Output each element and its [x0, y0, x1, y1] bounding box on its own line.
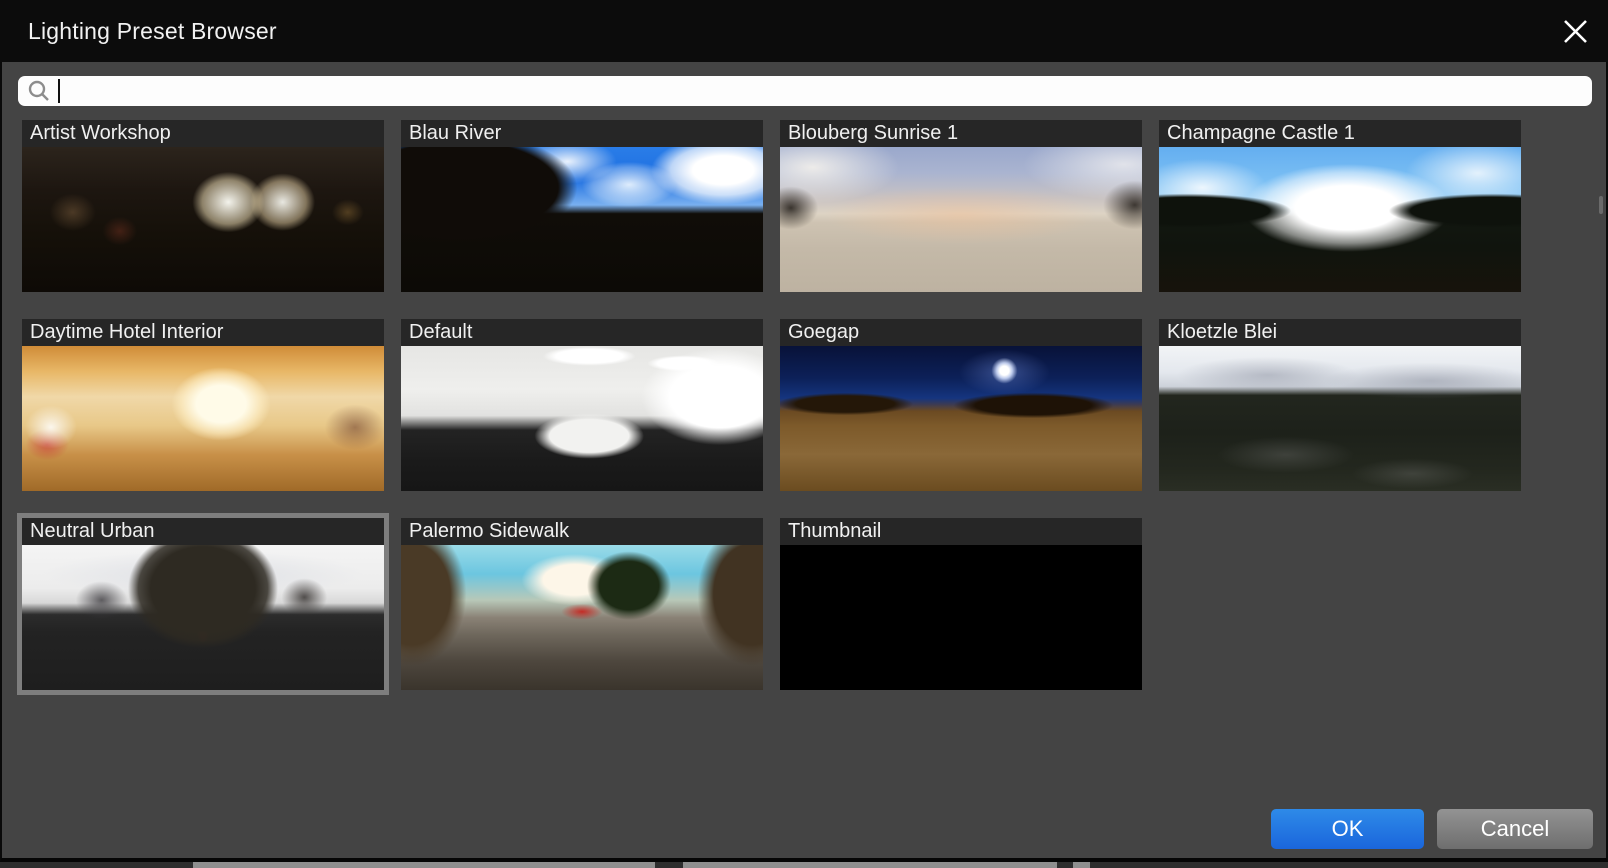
- preset-tile-neutral-urban[interactable]: Neutral Urban: [22, 518, 384, 690]
- dialog-title: Lighting Preset Browser: [28, 17, 277, 44]
- preset-tile-palermo-sidewalk[interactable]: Palermo Sidewalk: [401, 518, 763, 690]
- preset-tile-artist-workshop[interactable]: Artist Workshop: [22, 120, 384, 292]
- cancel-button[interactable]: Cancel: [1437, 809, 1593, 849]
- close-button[interactable]: [1556, 12, 1594, 50]
- preset-tile-kloetzle-blei[interactable]: Kloetzle Blei: [1159, 319, 1521, 491]
- dialog-titlebar: Lighting Preset Browser: [0, 0, 1608, 62]
- close-icon: [1563, 19, 1587, 43]
- preset-tile-blouberg-sunrise[interactable]: Blouberg Sunrise 1: [780, 120, 1142, 292]
- lighting-preset-browser-dialog: Lighting Preset Browser Artist Workshop …: [0, 0, 1608, 862]
- preset-label: Goegap: [780, 319, 1142, 346]
- preset-tile-goegap[interactable]: Goegap: [780, 319, 1142, 491]
- preset-label: Blouberg Sunrise 1: [780, 120, 1142, 147]
- preset-tile-champagne-castle[interactable]: Champagne Castle 1: [1159, 120, 1521, 292]
- preset-thumbnail-image: [22, 545, 384, 690]
- preset-label: Champagne Castle 1: [1159, 120, 1521, 147]
- preset-thumbnail-image: [22, 147, 384, 292]
- preset-label: Kloetzle Blei: [1159, 319, 1521, 346]
- preset-tile-black[interactable]: Thumbnail: [780, 518, 1142, 690]
- preset-thumbnail-image: [401, 346, 763, 491]
- preset-thumbnail-image: [401, 147, 763, 292]
- dialog-footer: OK Cancel: [1271, 809, 1593, 849]
- preset-tile-blau-river[interactable]: Blau River: [401, 120, 763, 292]
- preset-thumbnail-image: [22, 346, 384, 491]
- preset-tile-default-studio[interactable]: Default: [401, 319, 763, 491]
- scrollbar-thumb[interactable]: [1599, 196, 1603, 214]
- preset-label: Neutral Urban: [22, 518, 384, 545]
- search-input[interactable]: [60, 76, 1592, 106]
- preset-label: Default: [401, 319, 763, 346]
- background-panel-edge: [193, 862, 655, 868]
- preset-thumbnail-image: [780, 346, 1142, 491]
- search-icon: [28, 80, 49, 101]
- preset-label: Daytime Hotel Interior: [22, 319, 384, 346]
- background-panel-edge: [1073, 862, 1090, 868]
- preset-thumbnail-image: [780, 545, 1142, 690]
- background-panel-edge: [683, 862, 1057, 868]
- preset-label: Artist Workshop: [22, 120, 384, 147]
- preset-thumbnail-image: [401, 545, 763, 690]
- background-app-edge: [0, 862, 1608, 868]
- preset-thumbnail-image: [1159, 346, 1521, 491]
- preset-label: Thumbnail: [780, 518, 1142, 545]
- preset-label: Blau River: [401, 120, 763, 147]
- preset-tile-daytime-hotel[interactable]: Daytime Hotel Interior: [22, 319, 384, 491]
- ok-button[interactable]: OK: [1271, 809, 1424, 849]
- preset-label: Palermo Sidewalk: [401, 518, 763, 545]
- preset-grid: Artist Workshop Blau River Blouberg Sunr…: [2, 120, 1608, 690]
- preset-thumbnail-image: [780, 147, 1142, 292]
- search-bar: [18, 76, 1592, 106]
- preset-thumbnail-image: [1159, 147, 1521, 292]
